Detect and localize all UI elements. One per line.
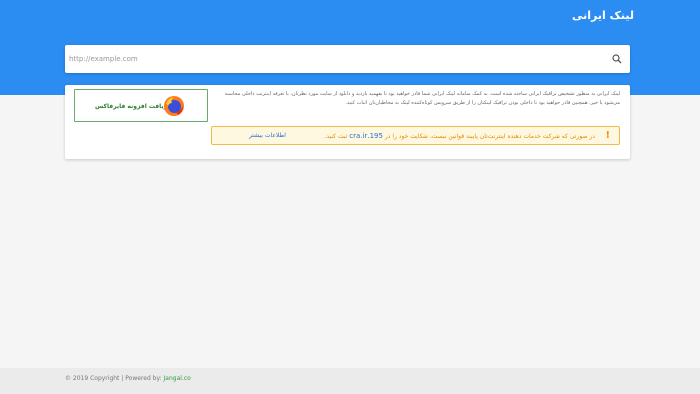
warning-icon: ! xyxy=(605,130,610,141)
description-text: لینک ایرانی به منظور تشخیص ترافیک ایرانی… xyxy=(224,91,620,106)
alert-text-before: در صورتی که شرکت خدمات دهنده اینترنت‌تان… xyxy=(384,133,595,140)
firefox-addon-button[interactable]: دریافت افزونه فایرفاکس xyxy=(74,89,208,122)
firefox-icon xyxy=(164,96,184,116)
search-icon[interactable] xyxy=(612,54,622,64)
powered-by-link[interactable]: Jangal.co xyxy=(164,375,191,382)
alert-text-after: ثبت کنید. xyxy=(324,133,348,140)
cra-link[interactable]: 195.cra.ir xyxy=(349,132,383,140)
search-bar xyxy=(65,45,630,73)
firefox-button-label: دریافت افزونه فایرفاکس xyxy=(95,103,171,110)
complaint-alert: ! در صورتی که شرکت خدمات دهنده اینترنت‌ت… xyxy=(211,126,620,145)
footer: © 2019 Copyright | Powered by: Jangal.co xyxy=(0,368,700,394)
info-card: لینک ایرانی به منظور تشخیص ترافیک ایرانی… xyxy=(65,85,630,159)
copyright-text: © 2019 Copyright | Powered by: xyxy=(65,375,162,382)
search-input[interactable] xyxy=(65,45,605,73)
more-info-link[interactable]: اطلاعات بیشتر xyxy=(249,132,286,139)
alert-text: در صورتی که شرکت خدمات دهنده اینترنت‌تان… xyxy=(325,132,596,140)
footer-text: © 2019 Copyright | Powered by: Jangal.co xyxy=(65,375,191,382)
site-title[interactable]: لینک ایرانی xyxy=(572,9,634,22)
